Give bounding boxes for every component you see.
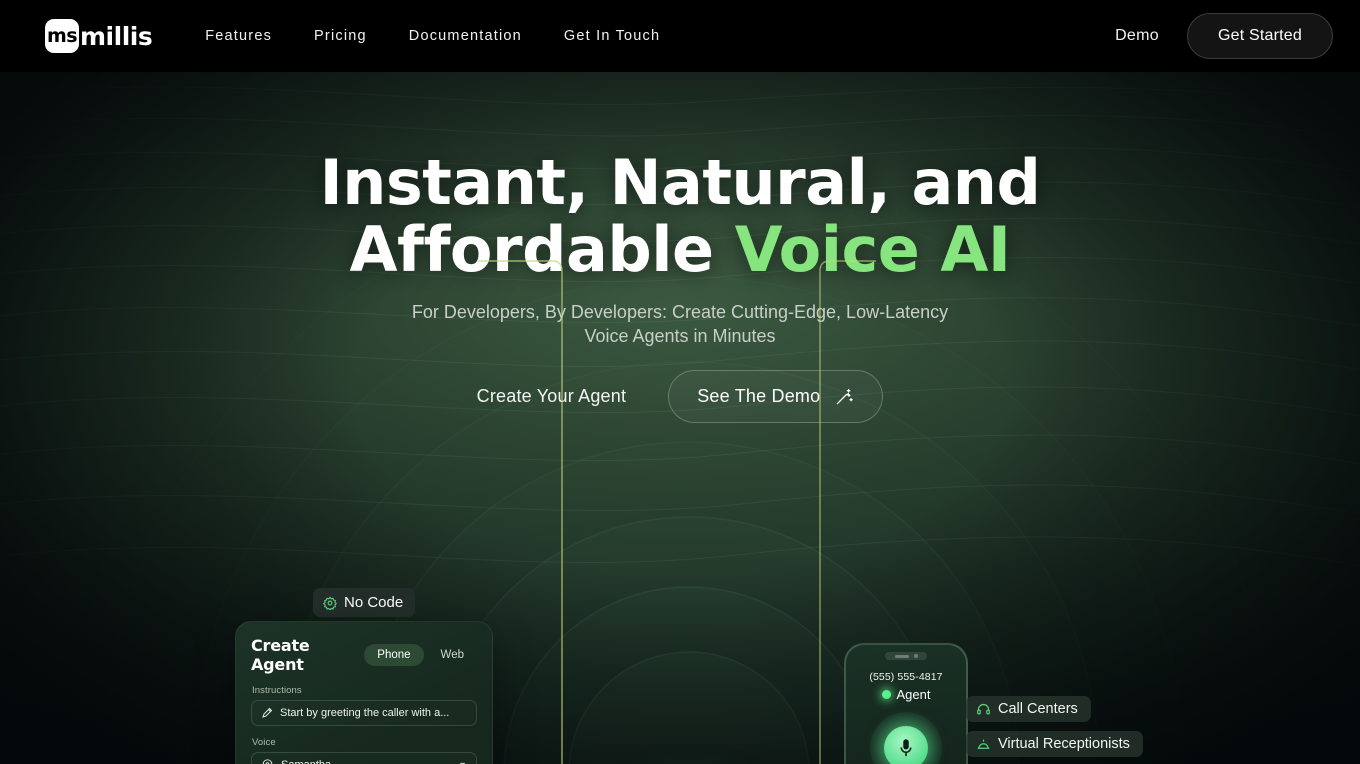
- nav-link-features[interactable]: Features: [184, 28, 293, 44]
- nav-link-get-in-touch[interactable]: Get In Touch: [543, 28, 681, 44]
- voice-value: Samantha: [281, 759, 331, 764]
- phone-number-display: (555) 555-4817: [869, 671, 943, 683]
- headline-plain: Affordable: [349, 212, 735, 286]
- headline-accent: Voice AI: [734, 212, 1011, 286]
- phone-notch: [885, 652, 927, 660]
- nav-links: Features Pricing Documentation Get In To…: [184, 28, 681, 44]
- page-title: Instant, Natural, and Affordable Voice A…: [0, 146, 1360, 284]
- create-agent-card-header: Create Agent Phone Web: [251, 636, 477, 674]
- get-started-button[interactable]: Get Started: [1186, 13, 1333, 59]
- nav-actions: Demo Get Started: [1107, 13, 1333, 59]
- microphone-core: [884, 726, 928, 764]
- no-code-label: No Code: [344, 594, 404, 611]
- headline-line-1: Instant, Natural, and: [319, 146, 1041, 219]
- bell-icon: [977, 738, 990, 749]
- see-the-demo-label: See The Demo: [697, 386, 821, 406]
- logo-wordmark: millis: [80, 21, 153, 51]
- subtitle-line-1: For Developers, By Developers: Create Cu…: [411, 302, 949, 322]
- voice-select[interactable]: Samantha ▼: [251, 752, 477, 764]
- nav-link-pricing[interactable]: Pricing: [293, 28, 388, 44]
- microphone-button[interactable]: [870, 712, 942, 764]
- pill-call-centers: Call Centers: [966, 696, 1091, 722]
- tab-web[interactable]: Web: [428, 644, 477, 666]
- use-case-pill-list: Call Centers Virtual Receptionists Perso…: [966, 696, 1143, 764]
- headset-icon: [977, 703, 990, 714]
- gear-icon: [323, 596, 337, 610]
- demo-link[interactable]: Demo: [1107, 27, 1167, 45]
- pencil-icon: [262, 707, 273, 718]
- agent-status: Agent: [846, 687, 966, 702]
- nav-link-documentation[interactable]: Documentation: [388, 28, 543, 44]
- create-your-agent-button[interactable]: Create Your Agent: [477, 386, 627, 407]
- create-agent-title: Create Agent: [251, 636, 310, 674]
- instructions-label: Instructions: [252, 685, 302, 696]
- channel-tabs: Phone Web: [364, 644, 477, 666]
- top-navigation-bar: ms millis Features Pricing Documentation…: [0, 0, 1360, 72]
- logo-mark-icon: ms: [45, 19, 79, 53]
- no-code-badge: No Code: [313, 588, 416, 617]
- magic-wand-icon: [836, 388, 854, 404]
- instructions-value: Start by greeting the caller with a...: [280, 707, 450, 719]
- subtitle-line-2: Voice Agents in Minutes: [584, 326, 776, 346]
- hero-subtitle: For Developers, By Developers: Create Cu…: [0, 300, 1360, 348]
- instructions-input[interactable]: Start by greeting the caller with a...: [251, 700, 477, 726]
- hero-cta-row: Create Your Agent See The Demo: [0, 370, 1360, 423]
- brand-logo[interactable]: ms millis: [45, 19, 153, 53]
- phone-mockup: (555) 555-4817 Agent Good morning, thank…: [844, 643, 968, 764]
- see-the-demo-button[interactable]: See The Demo: [668, 370, 884, 423]
- create-agent-card: Create Agent Phone Web Instructions Star…: [235, 621, 493, 764]
- voice-pin-icon: [262, 758, 273, 764]
- tab-phone[interactable]: Phone: [364, 644, 424, 666]
- pill-virtual-receptionists: Virtual Receptionists: [966, 731, 1143, 757]
- pill-virtual-receptionists-label: Virtual Receptionists: [998, 736, 1130, 752]
- pill-call-centers-label: Call Centers: [998, 701, 1078, 717]
- headline-line-2: Affordable Voice AI: [0, 216, 1360, 284]
- hero-section: Instant, Natural, and Affordable Voice A…: [0, 72, 1360, 764]
- agent-label: Agent: [896, 687, 931, 702]
- chevron-down-icon: ▼: [458, 760, 467, 764]
- microphone-icon: [900, 739, 912, 757]
- voice-label: Voice: [252, 737, 276, 748]
- online-dot-icon: [881, 690, 891, 699]
